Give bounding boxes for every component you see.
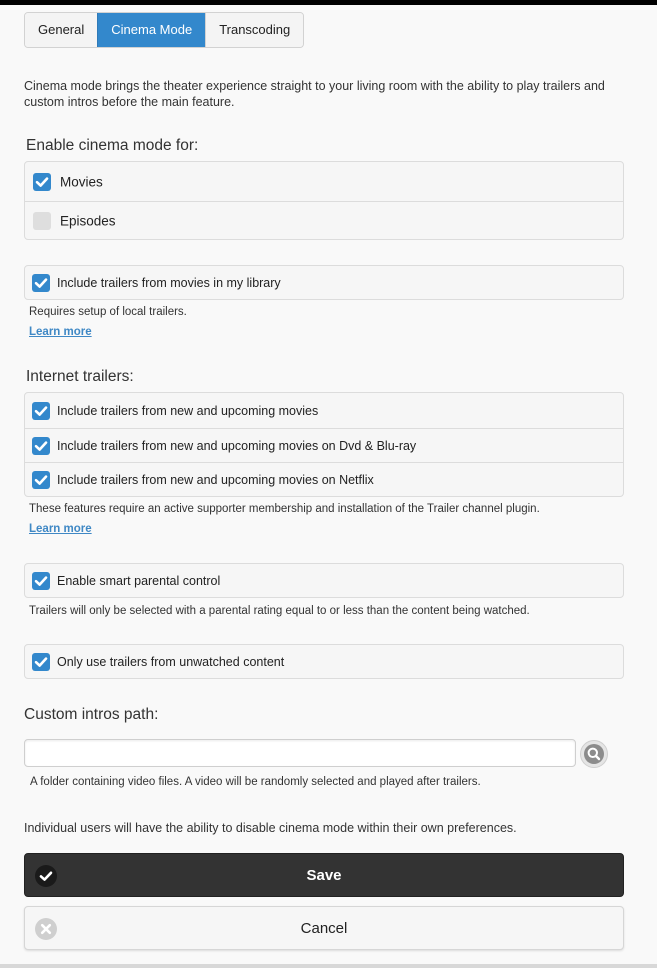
checkbox-row-dvd-bluray[interactable]: Include trailers from new and upcoming m… bbox=[25, 428, 623, 462]
custom-intros-note: A folder containing video files. A video… bbox=[30, 776, 481, 788]
local-trailers-group: Include trailers from movies in my libra… bbox=[24, 265, 624, 300]
checkbox-label: Enable smart parental control bbox=[57, 573, 221, 588]
checkbox-netflix[interactable] bbox=[32, 470, 50, 489]
checkbox-row-parental[interactable]: Enable smart parental control bbox=[25, 564, 623, 597]
close-icon bbox=[35, 918, 57, 940]
check-icon bbox=[34, 440, 48, 451]
checkbox-label: Include trailers from new and upcoming m… bbox=[57, 403, 319, 418]
check-icon bbox=[34, 575, 48, 586]
check-icon bbox=[34, 277, 48, 288]
local-trailers-note: Requires setup of local trailers. bbox=[29, 306, 187, 318]
custom-intros-path-input[interactable] bbox=[24, 739, 576, 767]
check-icon bbox=[34, 656, 48, 667]
internet-trailers-note: These features require an active support… bbox=[29, 503, 540, 515]
checkbox-row-local-trailers[interactable]: Include trailers from movies in my libra… bbox=[25, 266, 623, 299]
save-button[interactable]: Save bbox=[24, 853, 624, 897]
custom-intros-heading: Custom intros path: bbox=[24, 706, 159, 723]
checkbox-local-trailers[interactable] bbox=[32, 273, 50, 292]
internet-trailers-heading: Internet trailers: bbox=[26, 368, 134, 385]
checkbox-row-episodes[interactable]: Episodes bbox=[25, 201, 623, 239]
check-icon bbox=[35, 865, 57, 887]
browse-path-button[interactable] bbox=[580, 740, 608, 768]
parental-group: Enable smart parental control bbox=[24, 563, 624, 598]
enable-cinema-group: Movies Episodes bbox=[24, 161, 624, 240]
internet-trailers-group: Include trailers from new and upcoming m… bbox=[24, 392, 624, 497]
checkbox-unwatched[interactable] bbox=[32, 652, 50, 671]
learn-more-link-local[interactable]: Learn more bbox=[29, 326, 92, 338]
checkbox-label: Include trailers from movies in my libra… bbox=[57, 275, 281, 290]
checkbox-label: Include trailers from new and upcoming m… bbox=[57, 472, 374, 487]
check-icon bbox=[34, 474, 48, 485]
check-icon bbox=[35, 176, 49, 187]
checkbox-dvd-bluray[interactable] bbox=[32, 436, 50, 455]
cancel-label: Cancel bbox=[300, 920, 348, 937]
tab-cinema-mode[interactable]: Cinema Mode bbox=[97, 13, 206, 47]
checkbox-episodes[interactable] bbox=[33, 212, 51, 230]
unwatched-group: Only use trailers from unwatched content bbox=[24, 644, 624, 679]
search-icon bbox=[584, 744, 604, 764]
checkbox-row-netflix[interactable]: Include trailers from new and upcoming m… bbox=[25, 462, 623, 496]
bottom-bar bbox=[0, 964, 657, 968]
intro-text: Cinema mode brings the theater experienc… bbox=[24, 79, 605, 109]
top-bar bbox=[0, 0, 657, 5]
tab-bar: General Cinema Mode Transcoding bbox=[24, 12, 305, 48]
checkbox-row-upcoming[interactable]: Include trailers from new and upcoming m… bbox=[25, 393, 623, 428]
checkbox-label: Only use trailers from unwatched content bbox=[57, 654, 285, 669]
tab-general[interactable]: General bbox=[25, 13, 98, 47]
checkbox-label: Episodes bbox=[60, 213, 116, 229]
checkbox-row-unwatched[interactable]: Only use trailers from unwatched content bbox=[25, 645, 623, 678]
checkbox-upcoming[interactable] bbox=[32, 401, 50, 420]
learn-more-link-internet[interactable]: Learn more bbox=[29, 523, 92, 535]
cancel-button[interactable]: Cancel bbox=[24, 906, 624, 950]
footer-note: Individual users will have the ability t… bbox=[24, 821, 517, 835]
checkbox-parental[interactable] bbox=[32, 571, 50, 590]
tab-transcoding[interactable]: Transcoding bbox=[205, 13, 304, 47]
parental-note: Trailers will only be selected with a pa… bbox=[29, 605, 530, 617]
checkbox-movies[interactable] bbox=[33, 172, 51, 191]
checkbox-label: Include trailers from new and upcoming m… bbox=[57, 438, 417, 453]
check-icon bbox=[34, 405, 48, 416]
checkbox-row-movies[interactable]: Movies bbox=[25, 162, 623, 201]
save-label: Save bbox=[306, 867, 342, 884]
checkbox-label: Movies bbox=[60, 174, 103, 189]
enable-cinema-heading: Enable cinema mode for: bbox=[26, 137, 199, 154]
